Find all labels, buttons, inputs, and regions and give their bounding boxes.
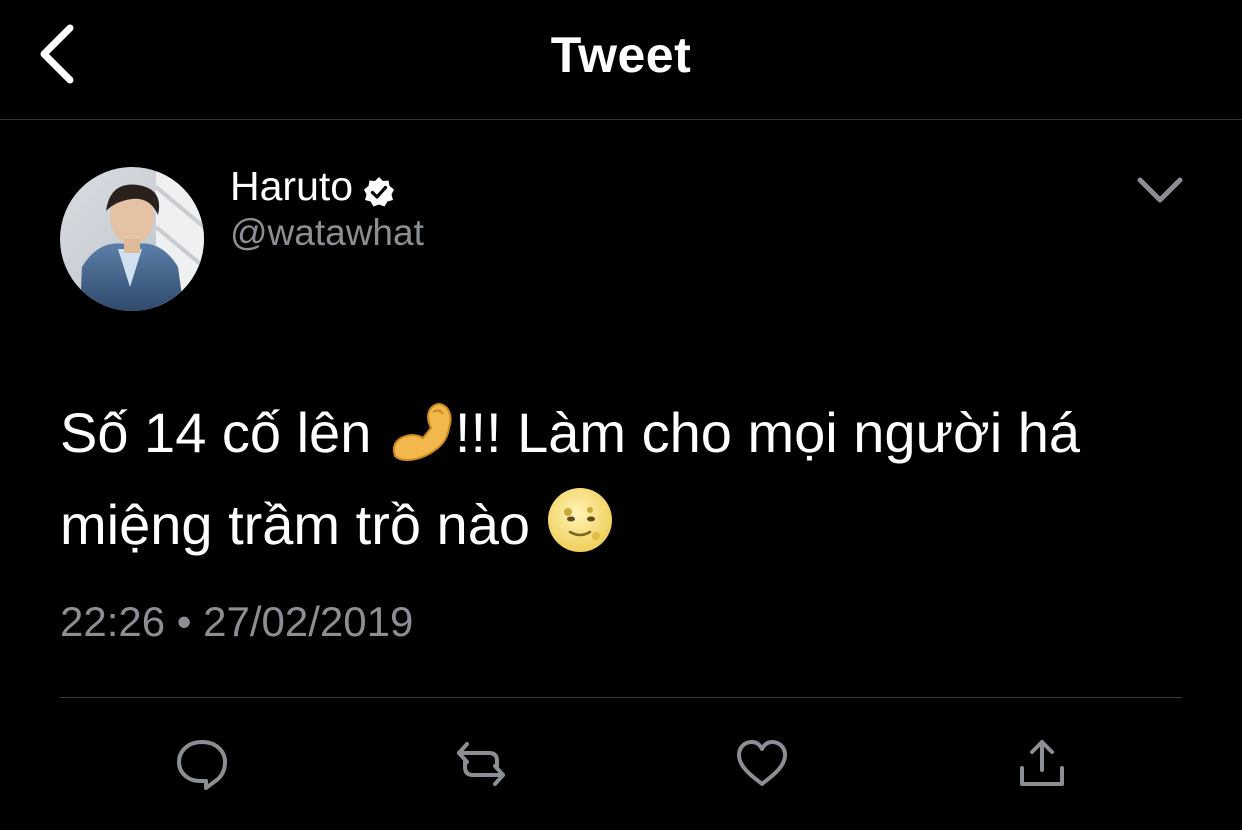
reply-icon [177,740,227,790]
share-icon [1020,740,1064,786]
like-button[interactable] [734,736,790,792]
tweet-text-part: miệng trầm trồ nào [60,493,546,556]
author-handle[interactable]: @watawhat [230,212,424,254]
retweet-button[interactable] [453,736,509,792]
display-name-text: Haruto [230,163,354,209]
share-button[interactable] [1014,736,1070,792]
page-title: Tweet [550,27,692,83]
author-name[interactable]: Haruto [230,163,395,210]
more-options-button[interactable] [1132,170,1188,210]
full-moon-face-emoji [546,486,614,576]
flexed-biceps-emoji [387,398,455,484]
tweet-text: Số 14 cố lên !!! Làm cho mọi người há mi… [60,392,1200,576]
heart-icon [737,740,787,786]
retweet-icon [457,742,505,786]
tweet-text-part: !!! Làm cho mọi người há [454,401,1081,464]
divider [60,697,1182,698]
avatar[interactable] [60,167,204,311]
verified-badge-icon [363,171,395,206]
reply-button[interactable] [174,736,230,792]
chevron-down-icon [1137,177,1183,203]
tweet-text-part: Số 14 cố lên [60,401,387,464]
tweet-timestamp: 22:26 • 27/02/2019 [60,598,414,645]
nav-bar: Tweet [0,0,1242,120]
avatar-image [60,167,204,311]
